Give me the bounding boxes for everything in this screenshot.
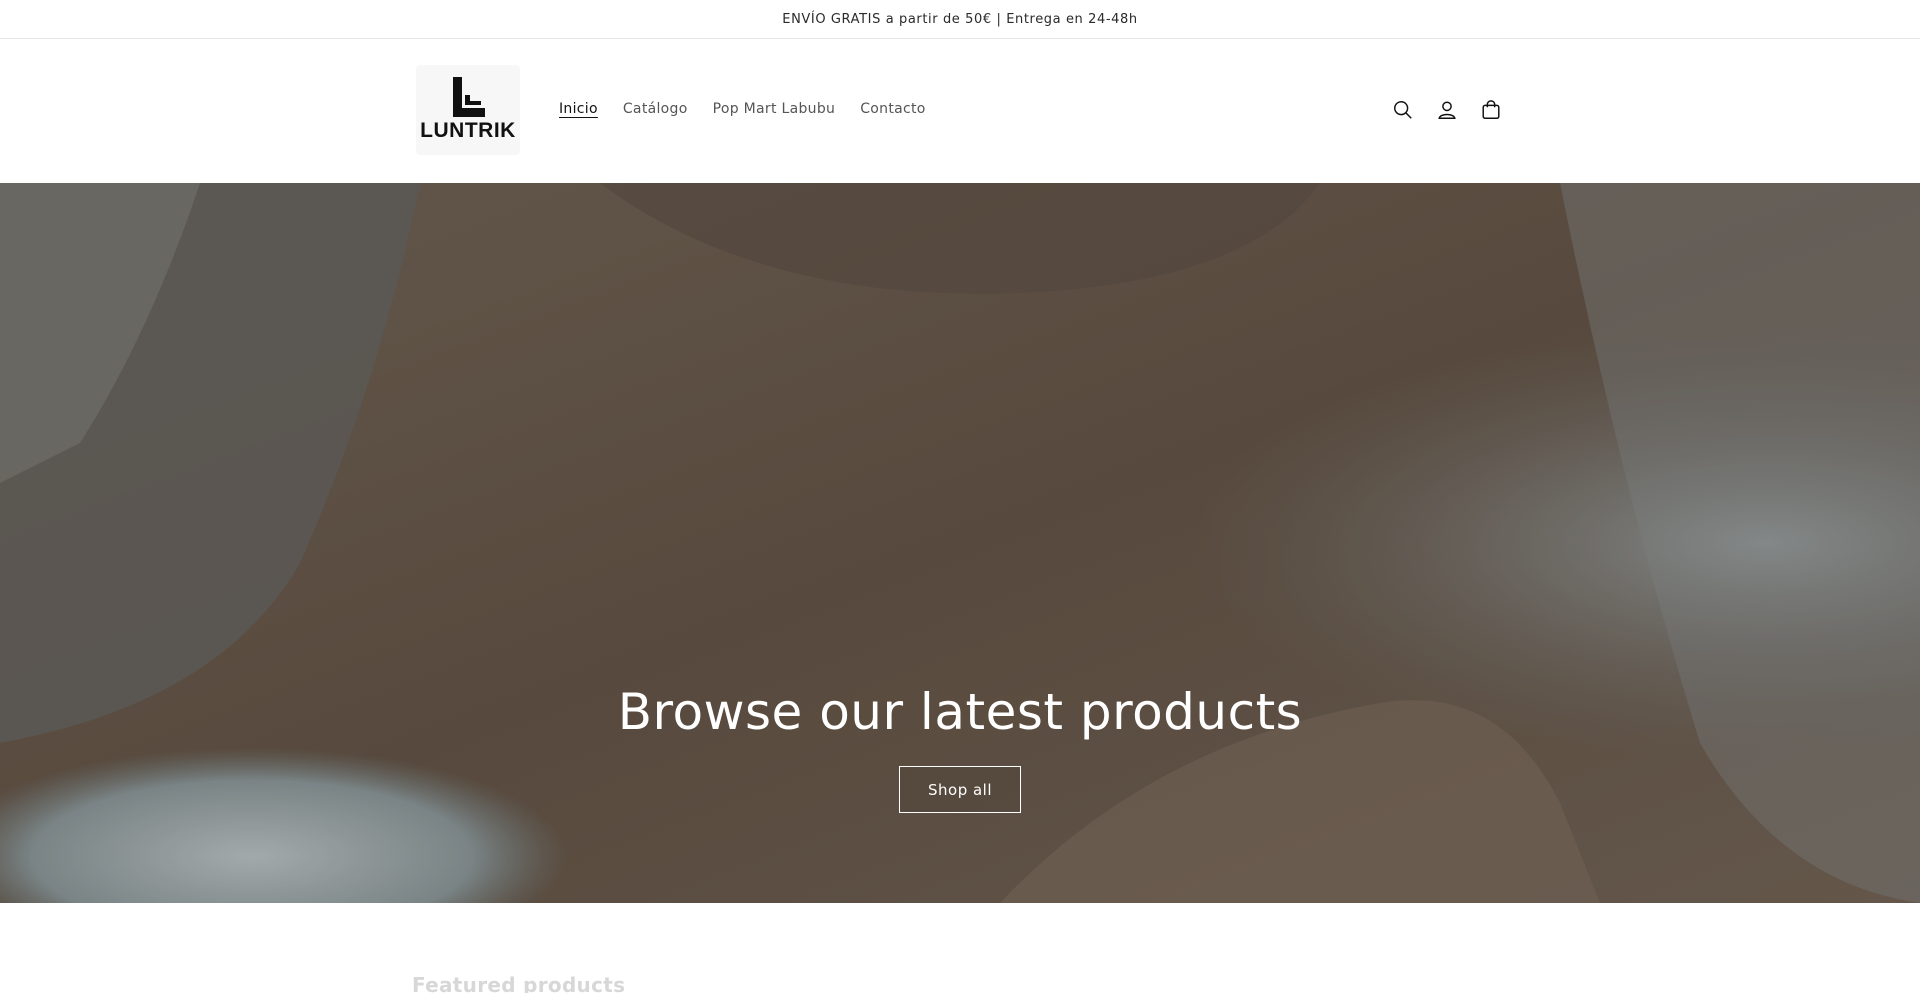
header-icons	[1390, 97, 1504, 123]
nav-item-contacto[interactable]: Contacto	[860, 101, 925, 117]
main-nav: Inicio Catálogo Pop Mart Labubu Contacto	[559, 101, 951, 117]
cart-button[interactable]	[1478, 97, 1504, 123]
nav-item-inicio[interactable]: Inicio	[559, 101, 598, 117]
shop-all-button[interactable]: Shop all	[899, 766, 1021, 813]
account-button[interactable]	[1434, 97, 1460, 123]
logo-mark-icon	[453, 77, 485, 117]
nav-item-pop-mart-labubu[interactable]: Pop Mart Labubu	[713, 101, 836, 117]
site-header: LUNTRIK Inicio Catálogo Pop Mart Labubu …	[0, 39, 1920, 183]
logo[interactable]: LUNTRIK	[416, 65, 520, 155]
search-button[interactable]	[1390, 97, 1416, 123]
account-icon	[1438, 101, 1456, 119]
hero-title: Browse our latest products	[617, 683, 1303, 741]
search-icon	[1394, 101, 1412, 119]
featured-title: Featured products	[412, 973, 626, 993]
announcement-bar: ENVÍO GRATIS a partir de 50€ | Entrega e…	[0, 0, 1920, 39]
hero-banner: Browse our latest products Shop all	[0, 183, 1920, 903]
nav-item-catalogo[interactable]: Catálogo	[623, 101, 688, 117]
cart-icon	[1482, 100, 1500, 119]
announcement-text: ENVÍO GRATIS a partir de 50€ | Entrega e…	[782, 11, 1138, 27]
featured-section: Featured products	[0, 903, 1920, 993]
logo-text: LUNTRIK	[420, 119, 516, 142]
